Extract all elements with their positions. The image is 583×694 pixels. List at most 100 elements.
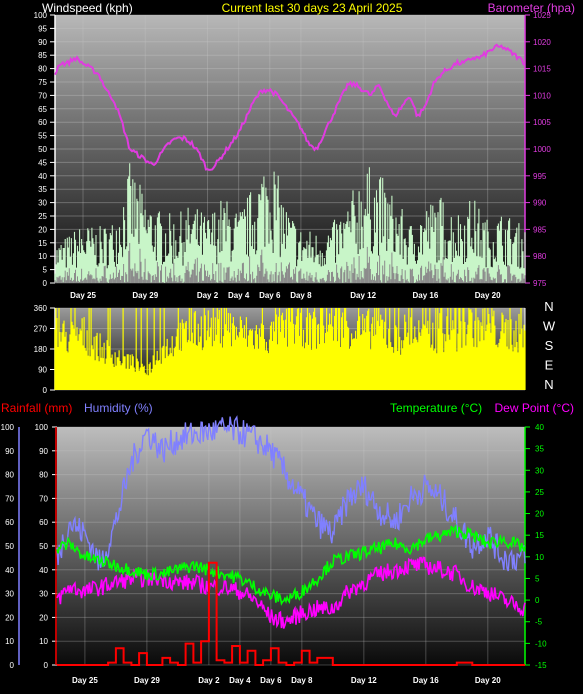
wind-y-tick-label: 0 bbox=[43, 279, 48, 288]
wind-y-tick-label: 55 bbox=[38, 132, 47, 141]
rainfall-y-tick-label: 60 bbox=[39, 518, 48, 527]
compass-label: E bbox=[545, 358, 554, 373]
compass-labels: NWSEN bbox=[543, 299, 556, 392]
wind-day-label: Day 12 bbox=[350, 291, 376, 300]
barometer-y-tick-label: 1025 bbox=[533, 11, 551, 20]
humidity-y-tick-label: 90 bbox=[5, 447, 14, 456]
wind-y-tick-label: 70 bbox=[38, 91, 47, 100]
wind-y-tick-label: 60 bbox=[38, 118, 47, 127]
temperature-y-tick-label: -15 bbox=[535, 661, 547, 670]
barometer-y-tick-label: 995 bbox=[533, 172, 547, 181]
climate-day-label: Day 12 bbox=[351, 676, 377, 685]
wind-y-tick-label: 95 bbox=[38, 24, 47, 33]
wind-y-tick-label: 80 bbox=[38, 65, 47, 74]
wind-y-tick-label: 85 bbox=[38, 51, 47, 60]
wind-y-tick-label: 50 bbox=[38, 145, 47, 154]
wind-day-label: Day 2 bbox=[197, 291, 219, 300]
rainfall-y-tick-label: 80 bbox=[39, 471, 48, 480]
wind-y-tick-label: 45 bbox=[38, 158, 47, 167]
temperature-y-tick-label: 25 bbox=[535, 488, 544, 497]
temperature-y-tick-label: 0 bbox=[535, 596, 540, 605]
humidity-y-tick-label: 10 bbox=[5, 637, 14, 646]
humidity-y-tick-label: 30 bbox=[5, 590, 14, 599]
wind-y-tick-label: 30 bbox=[38, 199, 47, 208]
wind-day-label: Day 29 bbox=[132, 291, 158, 300]
wind-day-label: Day 8 bbox=[290, 291, 312, 300]
chart-title: Current last 30 days 23 April 2025 bbox=[222, 1, 403, 15]
rainfall-axis-title: Rainfall (mm) bbox=[1, 401, 72, 415]
rainfall-y-tick-label: 70 bbox=[39, 494, 48, 503]
wind-day-label: Day 25 bbox=[70, 291, 96, 300]
climate-day-label: Day 20 bbox=[475, 676, 501, 685]
temperature-y-tick-label: 5 bbox=[535, 574, 540, 583]
climate-day-label: Day 25 bbox=[72, 676, 98, 685]
wind-day-label: Day 20 bbox=[475, 291, 501, 300]
rainfall-y-tick-label: 30 bbox=[39, 590, 48, 599]
climate-day-label: Day 4 bbox=[229, 676, 251, 685]
humidity-y-tick-label: 0 bbox=[10, 661, 15, 670]
temperature-axis-title: Temperature (°C) bbox=[390, 401, 482, 415]
rainfall-y-tick-label: 0 bbox=[44, 661, 49, 670]
wind-y-tick-label: 65 bbox=[38, 105, 47, 114]
barometer-y-tick-label: 975 bbox=[533, 279, 547, 288]
wind-y-tick-label: 15 bbox=[38, 239, 47, 248]
rainfall-y-tick-label: 50 bbox=[39, 542, 48, 551]
compass-label: W bbox=[543, 319, 556, 334]
humidity-y-tick-label: 70 bbox=[5, 494, 14, 503]
climate-day-label: Day 6 bbox=[260, 676, 282, 685]
wind-y-tick-label: 20 bbox=[38, 225, 47, 234]
wind-y-tick-label: 100 bbox=[34, 11, 48, 20]
compass-label: S bbox=[545, 338, 554, 353]
wind-day-label: Day 16 bbox=[412, 291, 438, 300]
humidity-y-tick-label: 50 bbox=[5, 542, 14, 551]
barometer-y-tick-label: 1010 bbox=[533, 91, 551, 100]
temperature-y-tick-label: 40 bbox=[535, 423, 544, 432]
climate-day-label: Day 29 bbox=[134, 676, 160, 685]
climate-day-label: Day 2 bbox=[198, 676, 220, 685]
wind-y-tick-label: 90 bbox=[38, 38, 47, 47]
rainfall-y-tick-label: 20 bbox=[39, 613, 48, 622]
weather-charts: Windspeed (kph) Current last 30 days 23 … bbox=[0, 0, 583, 694]
temperature-y-tick-label: -10 bbox=[535, 639, 547, 648]
barometer-y-tick-label: 1015 bbox=[533, 65, 551, 74]
wind-y-tick-label: 10 bbox=[38, 252, 47, 261]
wind-y-tick-label: 40 bbox=[38, 172, 47, 181]
direction-y-tick-label: 270 bbox=[34, 325, 48, 334]
barometer-axis-title: Barometer (hpa) bbox=[488, 1, 575, 15]
humidity-axis-title: Humidity (%) bbox=[84, 401, 153, 415]
wind-y-tick-label: 75 bbox=[38, 78, 47, 87]
wind-panel-day-labels: Day 25 Day 29 Day 2 Day 4 Day 6 Day 8 Day 12 Da… bbox=[70, 291, 501, 300]
wind-day-label: Day 4 bbox=[228, 291, 250, 300]
humidity-y-tick-label: 100 bbox=[1, 423, 15, 432]
humidity-y-tick-label: 80 bbox=[5, 471, 14, 480]
wind-day-label: Day 6 bbox=[259, 291, 281, 300]
climate-day-label: Day 16 bbox=[413, 676, 439, 685]
temperature-y-tick-label: -5 bbox=[535, 618, 543, 627]
temperature-y-tick-label: 15 bbox=[535, 531, 544, 540]
dewpoint-axis-title: Dew Point (°C) bbox=[495, 401, 574, 415]
rainfall-y-tick-label: 10 bbox=[39, 637, 48, 646]
barometer-y-tick-label: 985 bbox=[533, 225, 547, 234]
temperature-y-tick-label: 35 bbox=[535, 445, 544, 454]
climate-panel-day-labels: Day 25 Day 29 Day 2 Day 4 Day 6 Day 8 Day 12 Da… bbox=[72, 676, 501, 685]
barometer-y-tick-label: 1000 bbox=[533, 145, 551, 154]
charts-svg: Windspeed (kph) Current last 30 days 23 … bbox=[1, 1, 575, 685]
temperature-y-tick-label: 30 bbox=[535, 466, 544, 475]
climate-day-label: Day 8 bbox=[291, 676, 313, 685]
windspeed-axis-title: Windspeed (kph) bbox=[42, 1, 133, 15]
rainfall-y-tick-label: 100 bbox=[35, 423, 49, 432]
temperature-y-tick-label: 10 bbox=[535, 553, 544, 562]
barometer-y-tick-label: 1020 bbox=[533, 38, 551, 47]
humidity-y-tick-label: 40 bbox=[5, 566, 14, 575]
barometer-y-tick-label: 1005 bbox=[533, 118, 551, 127]
temperature-y-tick-label: 20 bbox=[535, 510, 544, 519]
humidity-y-tick-label: 60 bbox=[5, 518, 14, 527]
humidity-y-tick-label: 20 bbox=[5, 613, 14, 622]
direction-y-tick-label: 180 bbox=[34, 345, 48, 354]
barometer-y-tick-label: 980 bbox=[533, 252, 547, 261]
barometer-y-tick-label: 990 bbox=[533, 199, 547, 208]
direction-y-tick-label: 0 bbox=[43, 386, 48, 395]
direction-y-tick-label: 90 bbox=[38, 366, 47, 375]
compass-label: N bbox=[544, 377, 553, 392]
rainfall-y-tick-label: 40 bbox=[39, 566, 48, 575]
